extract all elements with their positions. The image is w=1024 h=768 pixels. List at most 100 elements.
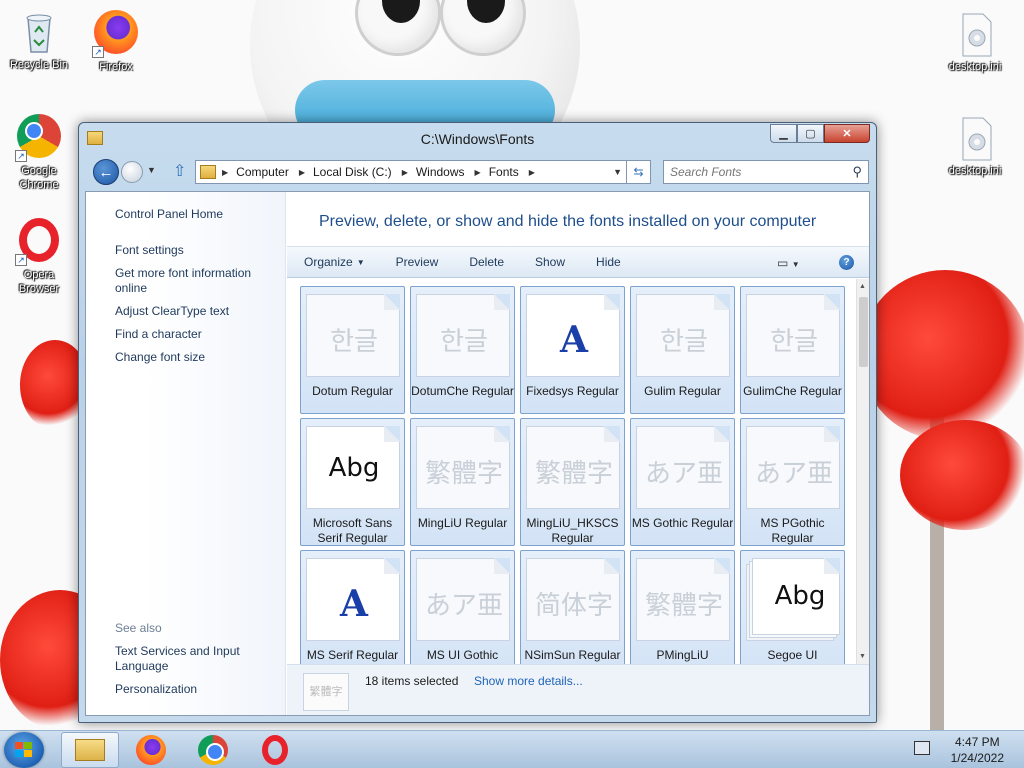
- font-tile[interactable]: Abg Microsoft Sans Serif Regular: [300, 418, 405, 546]
- search-icon[interactable]: ⚲: [852, 164, 862, 180]
- close-button[interactable]: ✕: [824, 124, 870, 143]
- desktop-icon-desktop-ini[interactable]: desktop.ini: [937, 10, 1013, 74]
- start-button[interactable]: [4, 732, 44, 768]
- breadcrumb-windows[interactable]: Windows: [416, 165, 465, 179]
- desktop-icon-label: Opera Browser: [18, 269, 60, 295]
- font-preview-icon: あア亜: [416, 558, 510, 641]
- fonts-window: C:\Windows\Fonts ▁ ▢ ✕ ← ▼ ⇧ ▶ Computer …: [78, 122, 877, 723]
- font-tile[interactable]: 繁體字 PMingLiU: [630, 550, 735, 664]
- view-icon: ▭: [777, 256, 789, 270]
- font-tile[interactable]: 繁體字 MingLiU Regular: [410, 418, 515, 546]
- personalization-link[interactable]: Personalization: [115, 682, 275, 697]
- taskbar-opera[interactable]: [246, 732, 304, 768]
- desktop-icon-recycle-bin[interactable]: Recycle Bin: [1, 8, 77, 72]
- navigation-bar: ← ▼ ⇧ ▶ Computer ▶ Local Disk (C:) ▶ Win…: [87, 159, 870, 185]
- font-tile[interactable]: 한글 GulimChe Regular: [740, 286, 845, 414]
- breadcrumb-fonts[interactable]: Fonts: [489, 165, 519, 179]
- font-tile[interactable]: A Fixedsys Regular: [520, 286, 625, 414]
- desktop-icon-desktop-ini[interactable]: desktop.ini: [937, 114, 1013, 178]
- more-font-info-link[interactable]: Get more font information online: [115, 266, 275, 296]
- find-character-link[interactable]: Find a character: [115, 327, 275, 342]
- search-box[interactable]: ⚲: [663, 160, 869, 184]
- organize-button[interactable]: Organize ▼: [304, 255, 365, 269]
- font-preview-icon: 繁體字: [526, 426, 620, 509]
- font-sample: 한글: [330, 327, 378, 357]
- text-services-link[interactable]: Text Services and Input Language: [115, 644, 275, 674]
- change-view-button[interactable]: ▭ ▼: [777, 256, 800, 270]
- font-tile[interactable]: あア亜 MS UI Gothic: [410, 550, 515, 664]
- opera-icon: ↗: [15, 218, 63, 266]
- show-more-details-link[interactable]: Show more details...: [474, 674, 583, 688]
- font-tile[interactable]: A MS Serif Regular: [300, 550, 405, 664]
- font-tile[interactable]: 简体字 NSimSun Regular: [520, 550, 625, 664]
- change-font-size-link[interactable]: Change font size: [115, 350, 275, 365]
- minimize-button[interactable]: ▁: [770, 124, 797, 143]
- system-clock[interactable]: 4:47 PM 1/24/2022: [951, 734, 1004, 766]
- font-name: MS UI Gothic: [426, 648, 499, 662]
- scroll-down-icon[interactable]: ▼: [859, 653, 866, 660]
- desktop-icon-label: desktop.ini: [948, 61, 1002, 73]
- taskbar-firefox[interactable]: [122, 732, 180, 768]
- chevron-right-icon[interactable]: ▶: [529, 168, 535, 177]
- desktop-icon-label: Firefox: [99, 61, 133, 73]
- back-button[interactable]: ←: [93, 159, 119, 185]
- chevron-right-icon[interactable]: ▶: [299, 168, 305, 177]
- font-preview-icon: A: [306, 558, 400, 641]
- desktop-icon-google-chrome[interactable]: ↗ Google Chrome: [1, 112, 77, 192]
- see-also-heading: See also: [115, 621, 162, 635]
- chevron-right-icon[interactable]: ▶: [222, 168, 228, 177]
- help-icon[interactable]: ?: [839, 255, 854, 270]
- scroll-up-icon[interactable]: ▲: [859, 283, 866, 290]
- search-input[interactable]: [664, 161, 840, 183]
- firefox-icon: ↗: [92, 10, 140, 58]
- chevron-right-icon[interactable]: ▶: [402, 168, 408, 177]
- font-sample: あア亜: [424, 591, 503, 621]
- font-preview-icon: Abg: [306, 426, 400, 509]
- font-name: DotumChe Regular: [411, 384, 514, 398]
- control-panel-home-link[interactable]: Control Panel Home: [115, 207, 275, 222]
- taskbar: 4:47 PM 1/24/2022: [0, 730, 1024, 768]
- font-tile[interactable]: あア亜 MS Gothic Regular: [630, 418, 735, 546]
- maximize-button[interactable]: ▢: [797, 124, 824, 143]
- font-settings-link[interactable]: Font settings: [115, 243, 275, 258]
- cleartype-link[interactable]: Adjust ClearType text: [115, 304, 275, 319]
- font-preview-icon: あア亜: [746, 426, 840, 509]
- network-icon[interactable]: [914, 741, 930, 755]
- font-preview-icon: あア亜: [636, 426, 730, 509]
- font-tile[interactable]: あア亜 MS PGothic Regular: [740, 418, 845, 546]
- font-sample: A: [560, 319, 588, 361]
- windows-logo-icon: [15, 742, 33, 758]
- font-name: GulimChe Regular: [743, 384, 842, 398]
- show-button[interactable]: Show: [535, 255, 565, 269]
- font-tile[interactable]: 한글 Dotum Regular: [300, 286, 405, 414]
- breadcrumb-computer[interactable]: Computer: [236, 165, 289, 179]
- up-arrow-icon[interactable]: ⇧: [173, 161, 186, 181]
- taskbar-chrome[interactable]: [184, 732, 242, 768]
- font-tile[interactable]: 한글 DotumChe Regular: [410, 286, 515, 414]
- breadcrumb-local-disk[interactable]: Local Disk (C:): [313, 165, 392, 179]
- address-bar[interactable]: ▶ Computer ▶ Local Disk (C:) ▶ Windows ▶…: [195, 160, 627, 184]
- shortcut-arrow-icon: ↗: [15, 150, 27, 162]
- desktop-icon-firefox[interactable]: ↗ Firefox: [78, 8, 154, 74]
- hide-button[interactable]: Hide: [596, 255, 621, 269]
- scroll-thumb[interactable]: [859, 297, 868, 367]
- desktop-icon-opera[interactable]: ↗ Opera Browser: [1, 216, 77, 296]
- caret-down-icon: ▼: [791, 260, 800, 269]
- recent-pages-dropdown[interactable]: ▼: [147, 165, 156, 175]
- delete-button[interactable]: Delete: [469, 255, 504, 269]
- font-tile[interactable]: 繁體字 MingLiU_HKSCS Regular: [520, 418, 625, 546]
- preview-button[interactable]: Preview: [396, 255, 439, 269]
- font-sample: あア亜: [754, 459, 833, 489]
- chrome-icon: [198, 735, 228, 765]
- chevron-right-icon[interactable]: ▶: [475, 168, 481, 177]
- refresh-button[interactable]: ⇆: [627, 160, 651, 184]
- font-sample: 한글: [440, 327, 488, 357]
- font-tile[interactable]: 한글 Gulim Regular: [630, 286, 735, 414]
- forward-button[interactable]: [121, 161, 143, 183]
- font-tile[interactable]: Abg Segoe UI: [740, 550, 845, 664]
- font-preview-icon: 한글: [746, 294, 840, 377]
- vertical-scrollbar[interactable]: ▲ ▼: [856, 279, 869, 664]
- taskbar-explorer[interactable]: [61, 732, 119, 768]
- address-dropdown[interactable]: ▼: [613, 167, 622, 177]
- title-bar[interactable]: C:\Windows\Fonts ▁ ▢ ✕: [79, 123, 876, 153]
